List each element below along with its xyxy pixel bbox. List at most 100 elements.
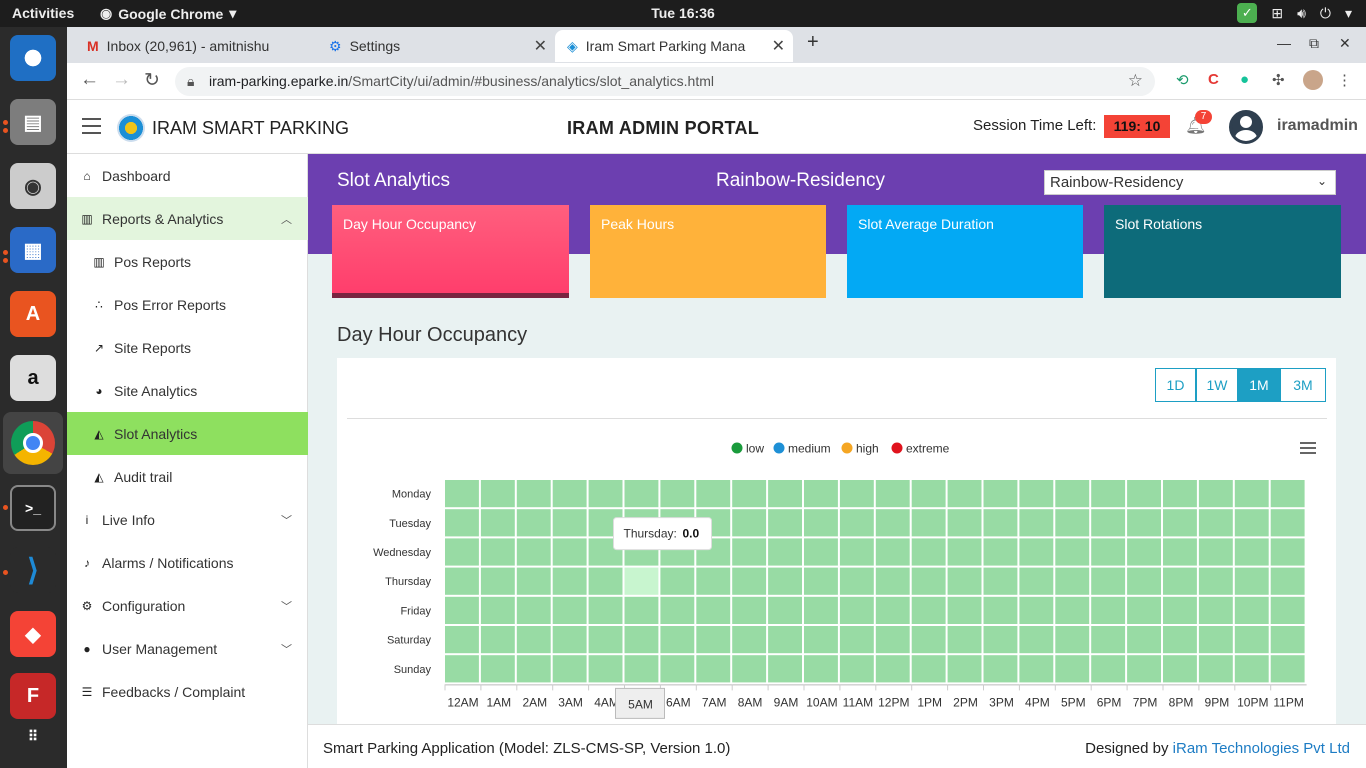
chevron-up-icon: ︿ [281, 213, 292, 226]
heatmap-cell [768, 655, 802, 683]
sidebar-item-site-analytics[interactable]: ◕ Site Analytics [67, 369, 308, 412]
tab-settings[interactable]: ⚙ Settings ✕ [317, 30, 555, 62]
heatmap-cell [983, 538, 1018, 566]
close-window-button[interactable]: ✕ [1339, 35, 1351, 52]
avatar[interactable] [1229, 110, 1263, 144]
sidebar-item-pos-error-reports[interactable]: ∴ Pos Error Reports [67, 283, 308, 326]
network-icon[interactable]: ⊞ [1271, 5, 1283, 22]
sidebar-item-slot-analytics[interactable]: ◭ Slot Analytics [67, 412, 308, 455]
shield-check-icon[interactable]: ✓ [1237, 3, 1258, 23]
tab-gmail[interactable]: M Inbox (20,961) - amitnishu [75, 30, 313, 62]
writer-icon[interactable]: ▦ [10, 227, 56, 273]
section-title: Day Hour Occupancy [337, 324, 528, 346]
heatmap-cell [875, 596, 910, 624]
activities-button[interactable]: Activities [12, 5, 74, 21]
x-tick-label: 1AM [486, 695, 511, 709]
heatmap-cell [732, 626, 767, 654]
heatmap-cell [445, 596, 479, 624]
more-icon[interactable]: ⋮ [1337, 71, 1352, 89]
new-tab-button[interactable]: + [807, 31, 819, 54]
power-icon[interactable]: ⏻ [1320, 5, 1331, 22]
heatmap-cell [480, 538, 515, 566]
hamburger-icon[interactable] [82, 118, 101, 134]
profile-avatar[interactable] [1303, 70, 1323, 90]
sidebar-item-dashboard[interactable]: ⌂ Dashboard [67, 154, 308, 197]
chevron-down-icon[interactable]: ▾ [1345, 5, 1352, 22]
chrome-icon[interactable] [3, 412, 63, 474]
heatmap-cell [1270, 596, 1305, 624]
heatmap-cell [445, 626, 479, 654]
company-link[interactable]: iRam Technologies Pvt Ltd [1173, 740, 1350, 757]
heatmap-cell [552, 509, 587, 537]
heatmap-cell [552, 538, 587, 566]
system-tray[interactable]: ✓ ⊞ 🔊︎ ⏻ ▾ [1237, 3, 1352, 23]
heatmap-cell [732, 480, 767, 508]
heatmap-cell [947, 567, 982, 595]
extension-icon[interactable]: C [1208, 71, 1219, 88]
username[interactable]: iramadmin [1277, 117, 1358, 135]
chevron-down-icon: ﹀ [281, 514, 292, 527]
site-select[interactable]: Rainbow-Residency ⌄ [1044, 170, 1336, 195]
reload-button[interactable]: ↻ [144, 69, 160, 92]
x-tick-label: 3PM [989, 695, 1014, 709]
tab-iram[interactable]: ◈ Iram Smart Parking Mana ✕ [555, 30, 793, 62]
software-center-icon[interactable]: A [10, 291, 56, 337]
amazon-icon[interactable]: a [10, 355, 56, 401]
back-button[interactable]: ← [80, 69, 99, 91]
heatmap-cell [983, 626, 1018, 654]
heatmap-cell [552, 480, 587, 508]
thunderbird-icon[interactable] [10, 35, 56, 81]
sidebar-item-configuration[interactable]: ⚙ Configuration ﹀ [67, 584, 308, 627]
heatmap-cell [804, 626, 838, 654]
sidebar: ⌂ Dashboard ▥ Reports & Analytics ︿ ▥ Pos Re… [67, 154, 308, 768]
card-slot-average-duration[interactable]: Slot Average Duration [847, 205, 1083, 298]
card-peak-hours[interactable]: Peak Hours [590, 205, 826, 298]
anydesk-icon[interactable]: ◆ [10, 611, 56, 657]
app-menu[interactable]: ◉ Google Chrome ▾ [100, 5, 236, 22]
heatmap-cell [1019, 538, 1054, 566]
sidebar-item-site-reports[interactable]: ↗ Site Reports [67, 326, 308, 369]
volume-icon[interactable]: 🔊︎ [1297, 5, 1306, 22]
heatmap-cell [1127, 567, 1161, 595]
heatmap-cell [839, 596, 874, 624]
sidebar-item-alarms[interactable]: ♪ Alarms / Notifications [67, 541, 308, 584]
vscode-icon[interactable]: ⟩ [10, 547, 56, 593]
heatmap-cell [1198, 626, 1233, 654]
heatmap-cell [947, 480, 982, 508]
heatmap-cell [660, 567, 695, 595]
bar-chart-icon: ▥ [93, 254, 105, 269]
grammarly-icon[interactable]: ● [1240, 71, 1249, 88]
heatmap-cell [732, 596, 767, 624]
close-icon[interactable]: ✕ [534, 36, 547, 56]
card-slot-rotations[interactable]: Slot Rotations [1104, 205, 1341, 298]
sidebar-item-feedbacks[interactable]: ☰ Feedbacks / Complaint [67, 670, 308, 713]
heatmap-cell [1091, 509, 1126, 537]
minimize-button[interactable]: — [1277, 35, 1291, 51]
y-tick-label: Monday [392, 489, 432, 501]
chart-menu-icon [1300, 447, 1316, 449]
sidebar-item-pos-reports[interactable]: ▥ Pos Reports [67, 240, 308, 283]
sidebar-item-live-info[interactable]: i Live Info ﹀ [67, 498, 308, 541]
address-bar[interactable]: 🔒︎ iram-parking.eparke.in/SmartCity/ui/a… [175, 67, 1155, 96]
user-icon: ● [83, 641, 91, 656]
legend-label-medium: medium [788, 442, 831, 456]
heatmap-chart: low medium high extreme Monday Tuesday Wednesd… [373, 442, 1316, 719]
heatmap-cell [624, 480, 659, 508]
x-tick-label: 12AM [447, 695, 478, 709]
sidebar-item-reports-analytics[interactable]: ▥ Reports & Analytics ︿ [67, 197, 308, 240]
info-icon: i [85, 512, 89, 527]
forward-button[interactable]: → [112, 69, 131, 91]
bar-chart-icon: ▥ [81, 211, 93, 226]
sidebar-item-user-management[interactable]: ● User Management ﹀ [67, 627, 308, 670]
maximize-button[interactable]: ⧉ [1309, 35, 1319, 52]
card-day-hour-occupancy[interactable]: Day Hour Occupancy [332, 205, 569, 298]
extension-icon[interactable]: ⟲ [1176, 71, 1189, 89]
show-apps-icon[interactable]: ⠿ [10, 713, 56, 759]
sidebar-item-audit-trail[interactable]: ◭ Audit trail [67, 455, 308, 498]
close-icon[interactable]: ✕ [772, 36, 785, 56]
star-icon[interactable]: ☆ [1128, 71, 1143, 91]
rhythmbox-icon[interactable]: ◉ [10, 163, 56, 209]
file-manager-icon[interactable]: ▤ [10, 99, 56, 145]
puzzle-icon[interactable]: ✣ [1272, 71, 1285, 89]
terminal-icon[interactable]: >_ [10, 485, 56, 531]
